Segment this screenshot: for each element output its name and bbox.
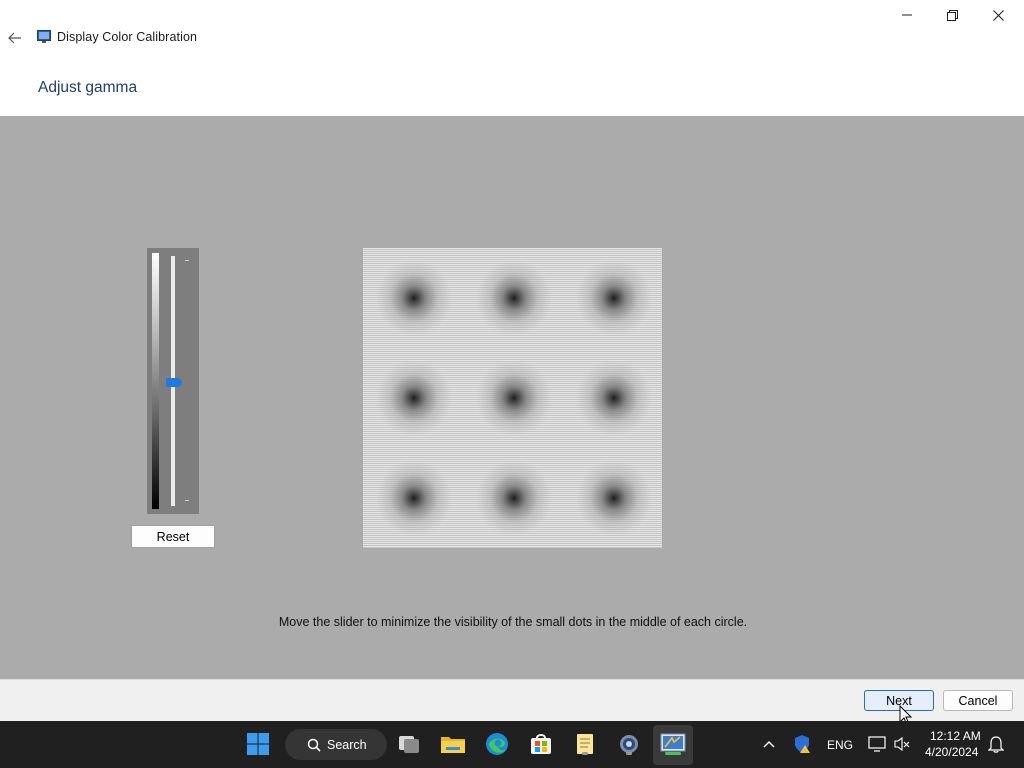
page-heading: Adjust gamma	[38, 79, 138, 96]
pattern-circle	[376, 260, 452, 336]
pattern-circle	[376, 360, 452, 436]
window-title: Display Color Calibration	[57, 30, 198, 44]
reset-button[interactable]: Reset	[131, 525, 215, 548]
heading-area: Adjust gamma	[0, 75, 1024, 116]
pattern-circle	[576, 360, 652, 436]
slider-thumb[interactable]	[166, 378, 182, 387]
minimize-icon	[902, 14, 912, 16]
pattern-circle	[476, 460, 552, 536]
notification-bell-icon[interactable]	[982, 730, 1010, 758]
slider-tick-bottom	[185, 500, 189, 501]
back-arrow-icon[interactable]	[4, 27, 26, 49]
clock-date[interactable]: 4/20/2024	[925, 745, 978, 759]
color-calibration-icon[interactable]	[659, 730, 687, 758]
instruction-text: Move the slider to minimize the visibili…	[278, 615, 748, 629]
wizard-footer: Next Cancel	[0, 679, 1024, 721]
language-indicator[interactable]: ENG	[827, 738, 853, 752]
gamma-test-pattern	[363, 248, 662, 548]
clock-time[interactable]: 12:12 AM	[930, 729, 981, 743]
edge-icon[interactable]	[483, 730, 511, 758]
close-button[interactable]	[976, 0, 1020, 30]
pattern-circle	[576, 260, 652, 336]
gamma-gradient-bar	[152, 253, 159, 509]
pattern-circle	[476, 360, 552, 436]
pattern-circle	[476, 260, 552, 336]
defender-shield-icon[interactable]	[788, 730, 816, 758]
slider-tick-top	[185, 260, 189, 261]
chevron-up-icon[interactable]	[755, 730, 783, 758]
running-indicator	[626, 752, 632, 755]
restore-button[interactable]	[930, 0, 974, 30]
display-calibration-app-icon	[37, 30, 51, 44]
active-indicator	[665, 752, 681, 755]
network-icon[interactable]	[863, 730, 891, 758]
search-icon	[307, 738, 321, 752]
task-view-icon[interactable]	[395, 730, 423, 758]
taskbar: Search ENG 12:12 AM 4/20/2024	[0, 721, 1024, 768]
store-icon[interactable]	[527, 730, 555, 758]
cancel-button[interactable]: Cancel	[943, 690, 1013, 711]
gamma-slider[interactable]	[147, 248, 199, 514]
minimize-button[interactable]	[885, 0, 929, 30]
pattern-circle	[376, 460, 452, 536]
running-indicator	[582, 752, 588, 755]
calibration-panel: Reset Move the slider to minimize the vi…	[0, 116, 1024, 679]
notepad-icon[interactable]	[571, 730, 599, 758]
close-icon	[992, 9, 1004, 21]
start-icon[interactable]	[244, 730, 272, 758]
volume-muted-icon[interactable]	[888, 730, 916, 758]
restore-icon	[946, 9, 958, 21]
settings-icon[interactable]	[615, 730, 643, 758]
title-bar: Display Color Calibration	[0, 0, 1024, 75]
file-explorer-icon[interactable]	[439, 730, 467, 758]
pattern-circle	[576, 460, 652, 536]
taskbar-search[interactable]: Search	[285, 729, 387, 760]
search-label: Search	[327, 737, 367, 752]
